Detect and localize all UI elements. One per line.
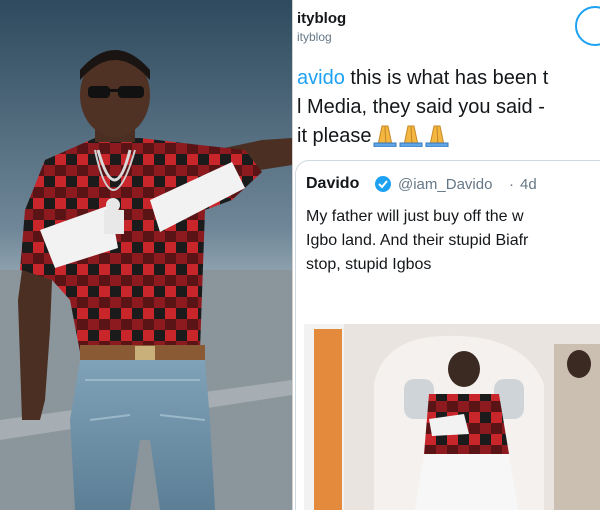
private-jet-photo xyxy=(304,324,600,510)
tweet-line-3-text: it please xyxy=(297,125,372,147)
follow-button[interactable] xyxy=(575,6,600,46)
quoted-text-line-3: stop, stupid Igbos xyxy=(306,256,432,273)
account-handle[interactable]: ityblog xyxy=(297,30,332,44)
verified-badge-icon xyxy=(375,176,391,192)
quoted-tweet-image[interactable] xyxy=(304,324,600,510)
quoted-tweet-card[interactable]: Davido @iam_Davido · 4d My father will j… xyxy=(295,160,600,510)
praying-hands-icon xyxy=(372,123,450,156)
left-photo xyxy=(0,0,292,510)
tweet-text: avido this is what has been t l Media, t… xyxy=(297,64,600,156)
quoted-tweet-text: My father will just buy off the w Igbo l… xyxy=(306,205,600,277)
tweet-line-1-rest: this is what has been t xyxy=(344,67,549,89)
tweet-line-3: it please xyxy=(297,122,600,156)
quoted-timestamp[interactable]: 4d xyxy=(520,176,537,193)
man-in-plaid-shirt-photo xyxy=(0,0,292,510)
tweet-line-2: l Media, they said you said - xyxy=(297,96,545,118)
account-name[interactable]: ityblog xyxy=(297,10,346,27)
tweet-screenshot: ityblog ityblog avido this is what has b… xyxy=(292,0,600,510)
quoted-author-name[interactable]: Davido xyxy=(306,175,359,193)
quoted-author-handle[interactable]: @iam_Davido xyxy=(398,176,492,193)
tweet-line-1: avido this is what has been t xyxy=(297,64,600,93)
quoted-text-line-2: Igbo land. And their stupid Biafr xyxy=(306,232,529,249)
mention-link[interactable]: avido xyxy=(297,67,345,89)
time-separator: · xyxy=(509,176,514,193)
quoted-text-line-1: My father will just buy off the w xyxy=(306,208,524,225)
